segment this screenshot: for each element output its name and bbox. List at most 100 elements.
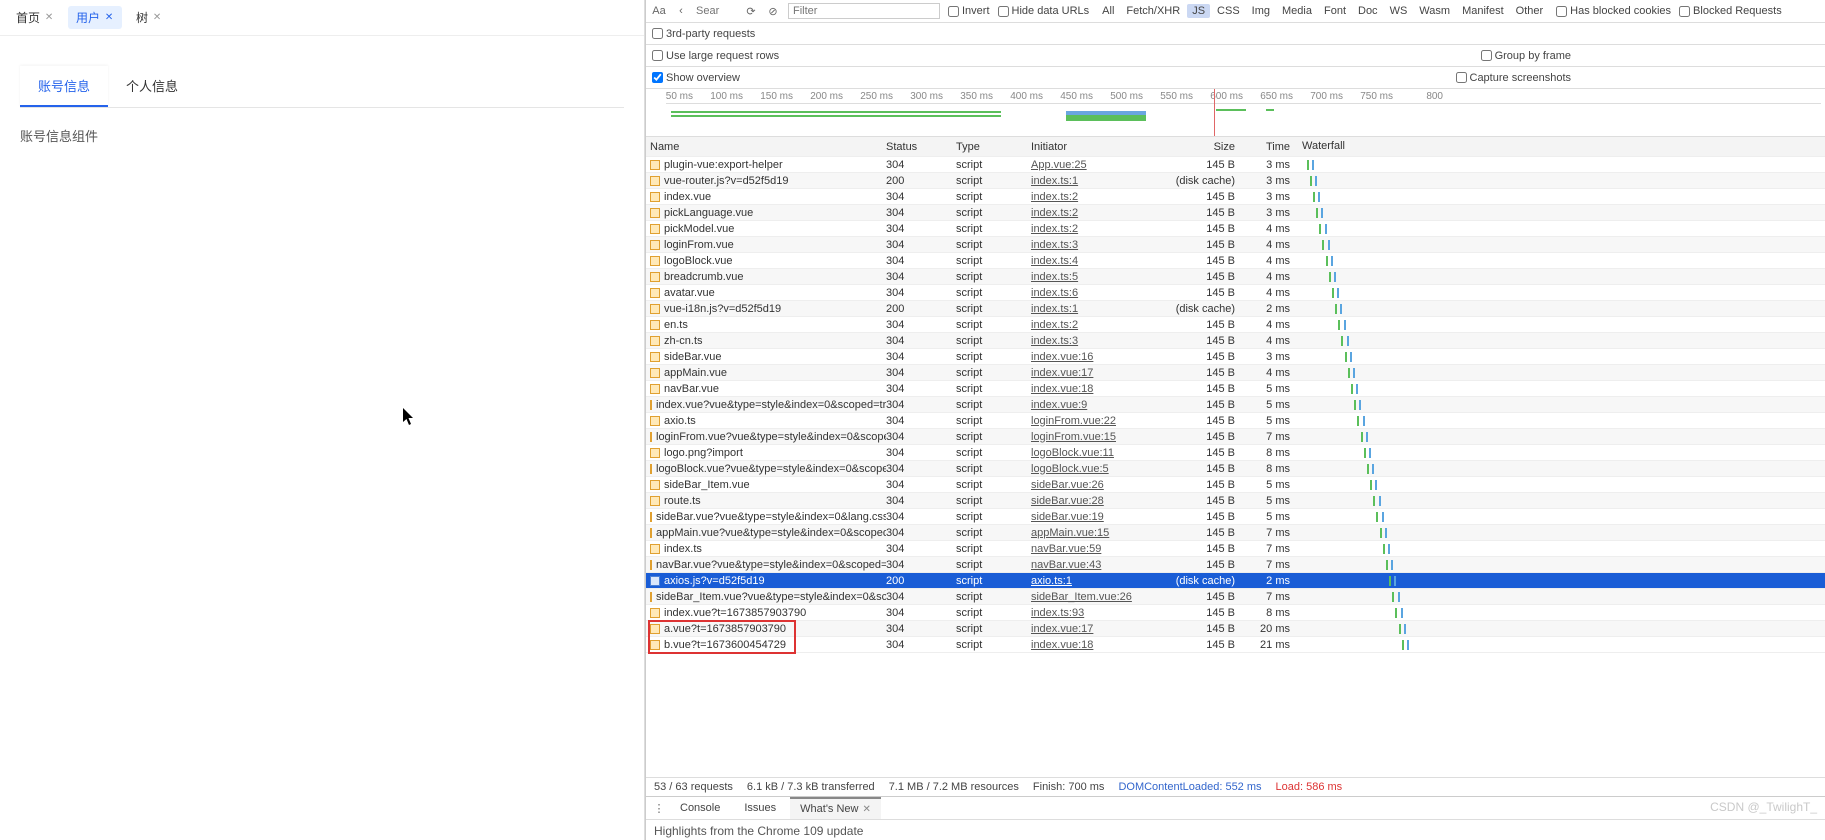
- row-initiator[interactable]: logoBlock.vue:11: [1031, 447, 1114, 459]
- row-initiator[interactable]: index.ts:93: [1031, 607, 1084, 619]
- network-row[interactable]: navBar.vue?vue&type=style&index=0&scoped…: [646, 557, 1825, 573]
- network-row[interactable]: vue-router.js?v=d52f5d19200scriptindex.t…: [646, 173, 1825, 189]
- row-initiator[interactable]: index.ts:3: [1031, 335, 1078, 347]
- type-filter[interactable]: WS: [1385, 4, 1413, 18]
- network-row[interactable]: en.ts304scriptindex.ts:2145 B4 ms: [646, 317, 1825, 333]
- network-row[interactable]: index.ts304scriptnavBar.vue:59145 B7 ms: [646, 541, 1825, 557]
- drawer-tab[interactable]: What's New✕: [790, 797, 881, 819]
- chevron-icon[interactable]: ‹: [674, 4, 688, 18]
- network-row[interactable]: sideBar_Item.vue?vue&type=style&index=0&…: [646, 589, 1825, 605]
- network-row[interactable]: sideBar.vue?vue&type=style&index=0&lang.…: [646, 509, 1825, 525]
- type-filter[interactable]: All: [1097, 4, 1119, 18]
- col-size[interactable]: Size: [1171, 141, 1241, 153]
- search-input[interactable]: [696, 5, 736, 17]
- overview-timeline[interactable]: 50 ms100 ms150 ms200 ms250 ms300 ms350 m…: [646, 89, 1825, 137]
- col-name[interactable]: Name: [646, 141, 886, 153]
- type-filter[interactable]: Doc: [1353, 4, 1383, 18]
- row-initiator[interactable]: index.ts:1: [1031, 303, 1078, 315]
- network-row[interactable]: a.vue?t=1673857903790304scriptindex.vue:…: [646, 621, 1825, 637]
- col-type[interactable]: Type: [956, 141, 1031, 153]
- network-row[interactable]: zh-cn.ts304scriptindex.ts:3145 B4 ms: [646, 333, 1825, 349]
- row-initiator[interactable]: index.ts:2: [1031, 207, 1078, 219]
- col-waterfall[interactable]: Waterfall: [1296, 140, 1825, 154]
- type-filter[interactable]: Media: [1277, 4, 1317, 18]
- row-initiator[interactable]: index.ts:3: [1031, 239, 1078, 251]
- row-initiator[interactable]: navBar.vue:59: [1031, 543, 1101, 555]
- close-icon[interactable]: ✕: [152, 13, 162, 23]
- filter-input[interactable]: [788, 3, 940, 19]
- cancel-icon[interactable]: ⊘: [766, 4, 780, 18]
- network-row[interactable]: loginFrom.vue304scriptindex.ts:3145 B4 m…: [646, 237, 1825, 253]
- row-initiator[interactable]: index.ts:4: [1031, 255, 1078, 267]
- network-row[interactable]: avatar.vue304scriptindex.ts:6145 B4 ms: [646, 285, 1825, 301]
- row-initiator[interactable]: loginFrom.vue:15: [1031, 431, 1116, 443]
- network-row[interactable]: navBar.vue304scriptindex.vue:18145 B5 ms: [646, 381, 1825, 397]
- network-row[interactable]: breadcrumb.vue304scriptindex.ts:5145 B4 …: [646, 269, 1825, 285]
- row-initiator[interactable]: sideBar.vue:26: [1031, 479, 1104, 491]
- row-initiator[interactable]: index.ts:6: [1031, 287, 1078, 299]
- col-time[interactable]: Time: [1241, 141, 1296, 153]
- row-initiator[interactable]: index.vue:17: [1031, 623, 1093, 635]
- network-row[interactable]: logoBlock.vue?vue&type=style&index=0&sco…: [646, 461, 1825, 477]
- type-filter[interactable]: Manifest: [1457, 4, 1509, 18]
- network-row[interactable]: logo.png?import304scriptlogoBlock.vue:11…: [646, 445, 1825, 461]
- row-initiator[interactable]: index.vue:9: [1031, 399, 1087, 411]
- invert-checkbox[interactable]: Invert: [948, 5, 990, 17]
- type-filter[interactable]: Fetch/XHR: [1121, 4, 1185, 18]
- type-filter[interactable]: Font: [1319, 4, 1351, 18]
- row-initiator[interactable]: App.vue:25: [1031, 159, 1087, 171]
- close-icon[interactable]: ✕: [44, 13, 54, 23]
- network-row[interactable]: sideBar.vue304scriptindex.vue:16145 B3 m…: [646, 349, 1825, 365]
- network-row[interactable]: pickLanguage.vue304scriptindex.ts:2145 B…: [646, 205, 1825, 221]
- network-row[interactable]: sideBar_Item.vue304scriptsideBar.vue:261…: [646, 477, 1825, 493]
- router-tab[interactable]: 用户✕: [68, 6, 122, 29]
- row-initiator[interactable]: loginFrom.vue:22: [1031, 415, 1116, 427]
- network-row[interactable]: appMain.vue?vue&type=style&index=0&scope…: [646, 525, 1825, 541]
- large-rows-checkbox[interactable]: Use large request rows: [652, 50, 779, 62]
- network-row[interactable]: axio.ts304scriptloginFrom.vue:22145 B5 m…: [646, 413, 1825, 429]
- inner-tab[interactable]: 账号信息: [20, 66, 108, 107]
- row-initiator[interactable]: navBar.vue:43: [1031, 559, 1101, 571]
- type-filter[interactable]: Other: [1511, 4, 1549, 18]
- drawer-tab[interactable]: Issues: [734, 798, 786, 818]
- row-initiator[interactable]: index.ts:5: [1031, 271, 1078, 283]
- refresh-icon[interactable]: ⟳: [744, 4, 758, 18]
- drawer-menu-icon[interactable]: ⋮: [652, 801, 666, 815]
- capture-screenshots-checkbox[interactable]: Capture screenshots: [1456, 72, 1572, 84]
- row-initiator[interactable]: logoBlock.vue:5: [1031, 463, 1109, 475]
- network-row[interactable]: appMain.vue304scriptindex.vue:17145 B4 m…: [646, 365, 1825, 381]
- close-icon[interactable]: ✕: [104, 13, 114, 23]
- type-filter[interactable]: CSS: [1212, 4, 1245, 18]
- inner-tab[interactable]: 个人信息: [108, 66, 196, 107]
- network-row[interactable]: axios.js?v=d52f5d19200scriptaxio.ts:1(di…: [646, 573, 1825, 589]
- blocked-requests-checkbox[interactable]: Blocked Requests: [1679, 5, 1782, 17]
- group-by-frame-checkbox[interactable]: Group by frame: [1481, 50, 1571, 62]
- network-row[interactable]: loginFrom.vue?vue&type=style&index=0&sco…: [646, 429, 1825, 445]
- row-initiator[interactable]: index.ts:2: [1031, 223, 1078, 235]
- hide-data-urls-checkbox[interactable]: Hide data URLs: [998, 5, 1090, 17]
- font-size-icon[interactable]: Aa: [652, 4, 666, 18]
- col-status[interactable]: Status: [886, 141, 956, 153]
- type-filter[interactable]: Img: [1247, 4, 1275, 18]
- row-initiator[interactable]: index.vue:16: [1031, 351, 1093, 363]
- drawer-tab[interactable]: Console: [670, 798, 730, 818]
- row-initiator[interactable]: index.vue:18: [1031, 383, 1093, 395]
- router-tab[interactable]: 首页✕: [8, 6, 62, 29]
- type-filter[interactable]: JS: [1187, 4, 1210, 18]
- row-initiator[interactable]: appMain.vue:15: [1031, 527, 1109, 539]
- network-row[interactable]: route.ts304scriptsideBar.vue:28145 B5 ms: [646, 493, 1825, 509]
- network-table-body[interactable]: plugin-vue:export-helper304scriptApp.vue…: [646, 157, 1825, 777]
- network-row[interactable]: index.vue?t=1673857903790304scriptindex.…: [646, 605, 1825, 621]
- row-initiator[interactable]: sideBar.vue:19: [1031, 511, 1104, 523]
- network-row[interactable]: plugin-vue:export-helper304scriptApp.vue…: [646, 157, 1825, 173]
- row-initiator[interactable]: index.ts:1: [1031, 175, 1078, 187]
- row-initiator[interactable]: index.ts:2: [1031, 319, 1078, 331]
- col-initiator[interactable]: Initiator: [1031, 141, 1171, 153]
- network-row[interactable]: pickModel.vue304scriptindex.ts:2145 B4 m…: [646, 221, 1825, 237]
- network-row[interactable]: logoBlock.vue304scriptindex.ts:4145 B4 m…: [646, 253, 1825, 269]
- row-initiator[interactable]: index.vue:18: [1031, 639, 1093, 651]
- row-initiator[interactable]: index.vue:17: [1031, 367, 1093, 379]
- row-initiator[interactable]: sideBar_Item.vue:26: [1031, 591, 1132, 603]
- network-row[interactable]: vue-i18n.js?v=d52f5d19200scriptindex.ts:…: [646, 301, 1825, 317]
- type-filter[interactable]: Wasm: [1414, 4, 1455, 18]
